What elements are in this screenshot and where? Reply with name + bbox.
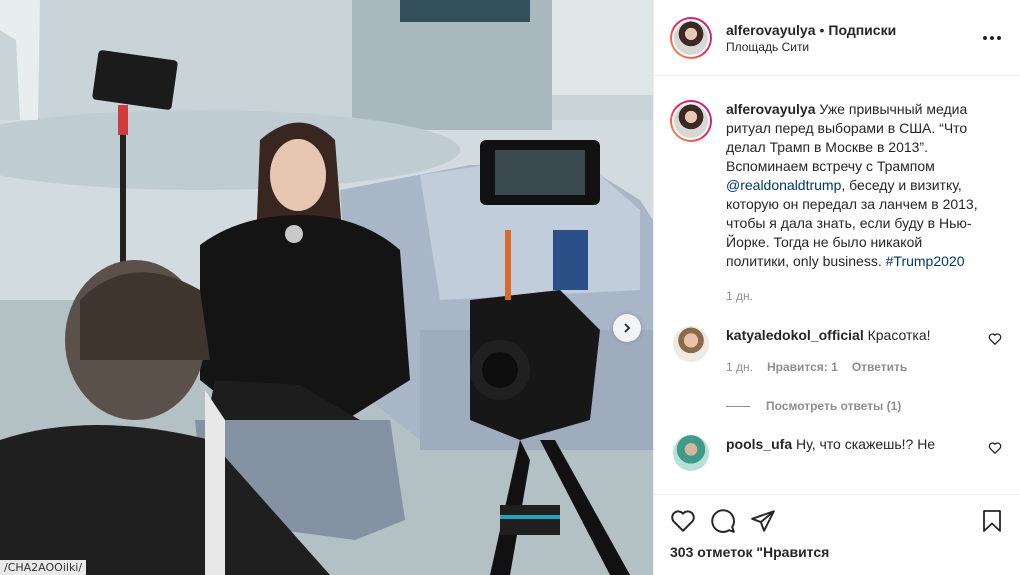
view-replies-label: Посмотреть ответы (1) <box>766 399 902 413</box>
separator-dot: • <box>819 21 825 38</box>
more-options-icon[interactable] <box>980 26 1004 50</box>
post-caption: alferovayulya Уже привычный медиа ритуал… <box>670 100 1004 306</box>
comment-time[interactable]: 1 дн. <box>726 358 753 377</box>
post-location[interactable]: Площадь Сити <box>726 40 980 54</box>
post-photo[interactable]: /CHA2AOOilki/ <box>0 0 653 575</box>
share-button[interactable] <box>750 507 790 535</box>
post-url-fragment: /CHA2AOOilki/ <box>0 560 87 575</box>
view-replies-button[interactable]: Посмотреть ответы (1) <box>726 399 1004 413</box>
bookmark-icon <box>983 510 1001 532</box>
heart-icon <box>671 510 695 532</box>
comments-list[interactable]: alferovayulya Уже привычный медиа ритуал… <box>654 76 1020 494</box>
commenter-avatar[interactable] <box>673 326 709 362</box>
comment-item: pools_ufa Ну, что скажешь!? Не <box>670 435 1004 471</box>
save-button[interactable] <box>980 507 1004 535</box>
next-photo-button[interactable] <box>613 314 641 342</box>
comment-button[interactable] <box>710 507 750 535</box>
photo-scene <box>0 0 653 575</box>
commenter-avatar[interactable] <box>673 435 709 471</box>
reply-button[interactable]: Ответить <box>852 358 907 377</box>
comment-like-heart-icon[interactable] <box>988 441 1002 455</box>
caption-mention-link[interactable]: @realdonaldtrump <box>726 177 841 193</box>
caption-avatar[interactable] <box>670 100 712 142</box>
comment-text: Ну, что скажешь!? Не <box>796 436 936 452</box>
comment-icon <box>711 509 735 533</box>
paper-plane-icon <box>751 510 775 532</box>
commenter-username[interactable]: pools_ufa <box>726 436 792 452</box>
commenter-username[interactable]: katyaledokol_official <box>726 327 864 343</box>
replies-divider <box>726 405 750 407</box>
post-header: alferovayulya • Подписки Площадь Сити <box>654 0 1020 76</box>
author-avatar[interactable] <box>670 16 712 59</box>
comment-text: Красотка! <box>867 327 931 343</box>
post-dialog: /CHA2AOOilki/ alferovayulya • Подписки П… <box>0 0 1020 575</box>
author-username[interactable]: alferovayulya <box>726 22 816 38</box>
post-actions: 303 отметок "Нравится <box>654 494 1020 560</box>
following-button[interactable]: Подписки <box>828 22 896 38</box>
likes-count[interactable]: 303 отметок "Нравится <box>670 544 1004 560</box>
caption-hashtag-link[interactable]: #Trump2020 <box>886 253 965 269</box>
like-button[interactable] <box>670 507 710 535</box>
caption-username[interactable]: alferovayulya <box>726 101 816 117</box>
comment-item: katyaledokol_official Красотка! 1 дн. Нр… <box>670 326 1004 377</box>
comment-like-heart-icon[interactable] <box>988 332 1002 346</box>
chevron-right-icon <box>624 323 631 333</box>
post-side-panel: alferovayulya • Подписки Площадь Сити al… <box>653 0 1020 575</box>
caption-time[interactable]: 1 дн. <box>726 287 988 306</box>
comment-likes-count[interactable]: Нравится: 1 <box>767 358 838 377</box>
